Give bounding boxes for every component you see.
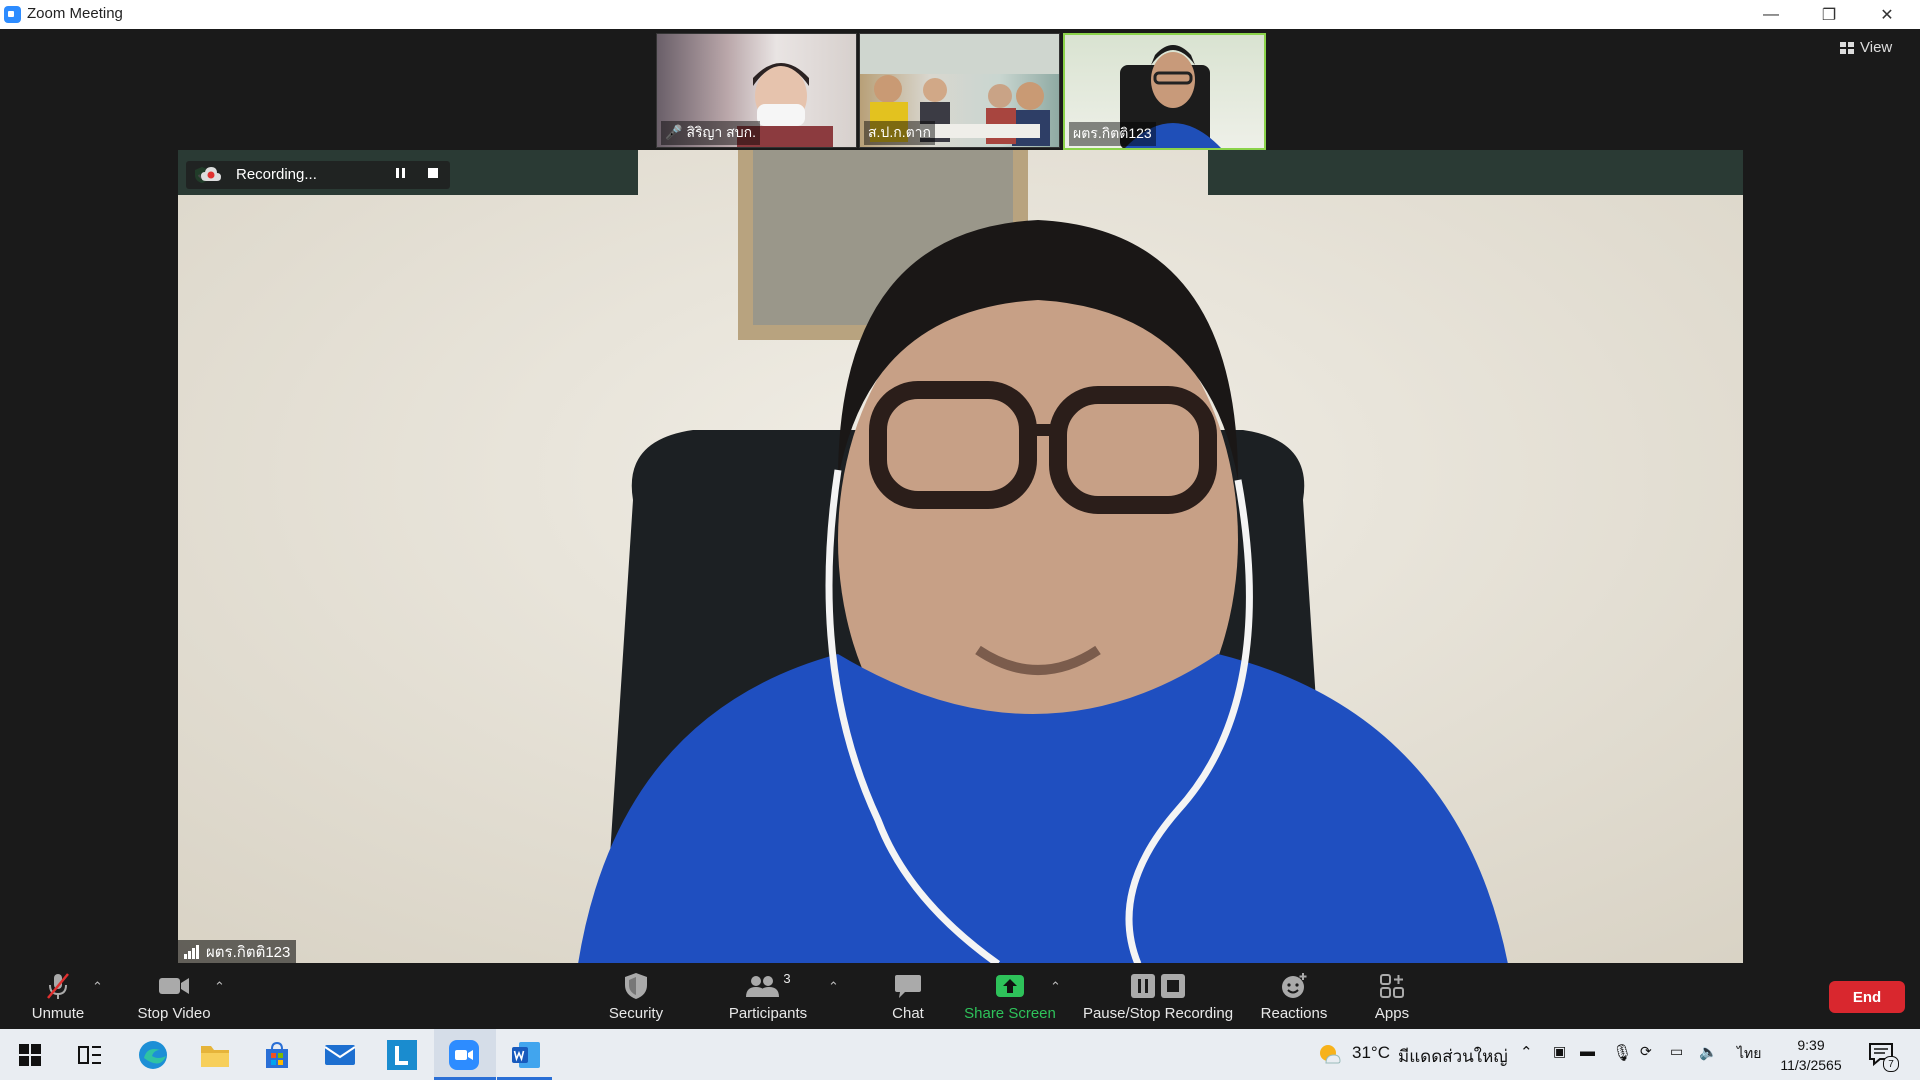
share-screen-button[interactable]: Share Screen bbox=[960, 971, 1060, 1022]
view-button[interactable]: View bbox=[1840, 39, 1892, 56]
windows-taskbar: 31°C มีแดดส่วนใหญ่ ⌃ ▣ ▬ 🎙 ⟳ ▭ 🔈 ไทย 9:3… bbox=[0, 1029, 1920, 1080]
clock-date: 11/3/2565 bbox=[1780, 1057, 1842, 1073]
chat-bubble-icon bbox=[894, 971, 922, 1001]
input-language[interactable]: ไทย bbox=[1737, 1043, 1761, 1065]
window-titlebar: Zoom Meeting — ❐ ✕ bbox=[0, 0, 1920, 29]
network-icon[interactable]: ▭ bbox=[1670, 1043, 1683, 1060]
restore-button[interactable]: ❐ bbox=[1800, 0, 1858, 29]
muted-microphone-icon bbox=[43, 971, 73, 1001]
security-button[interactable]: Security bbox=[596, 971, 676, 1022]
zoom-taskbar-icon[interactable] bbox=[447, 1038, 481, 1072]
participant-thumbnail[interactable]: 🎤 สิริญา สบก. bbox=[656, 33, 857, 148]
zoom-app-icon bbox=[4, 6, 21, 23]
notification-count-badge: 7 bbox=[1883, 1056, 1899, 1072]
weather-condition[interactable]: มีแดดส่วนใหญ่ bbox=[1398, 1043, 1508, 1070]
muted-mic-icon: 🎤 bbox=[665, 124, 683, 140]
participants-button[interactable]: 3 Participants bbox=[720, 971, 816, 1022]
recording-indicator: Recording... bbox=[186, 161, 450, 189]
video-camera-icon bbox=[158, 971, 190, 1001]
active-speaker-name: ผตร.กิตติ123 bbox=[206, 944, 291, 961]
grid-view-icon bbox=[1840, 41, 1854, 54]
notifications-icon[interactable]: 7 bbox=[1868, 1041, 1899, 1072]
recording-label: Recording... bbox=[236, 166, 317, 183]
microsoft-store-icon[interactable] bbox=[260, 1038, 294, 1072]
window-title: Zoom Meeting bbox=[27, 5, 123, 22]
stop-recording-icon[interactable] bbox=[428, 168, 438, 178]
show-hidden-icons-chevron-icon[interactable]: ⌃ bbox=[1520, 1043, 1533, 1061]
clock-time: 9:39 bbox=[1797, 1037, 1825, 1053]
close-button[interactable]: ✕ bbox=[1858, 0, 1916, 29]
security-label: Security bbox=[608, 1005, 664, 1022]
microphone-tray-icon[interactable]: 🎙 bbox=[1612, 1043, 1632, 1063]
stop-video-button[interactable]: Stop Video bbox=[134, 971, 214, 1022]
clock[interactable]: 9:39 11/3/2565 bbox=[1774, 1035, 1848, 1075]
chat-button[interactable]: Chat bbox=[878, 971, 938, 1022]
weather-temperature[interactable]: 31°C bbox=[1352, 1043, 1390, 1063]
audio-options-caret-icon[interactable]: ⌃ bbox=[92, 979, 103, 995]
participant-name: 🎤 สิริญา สบก. bbox=[661, 121, 760, 145]
view-label: View bbox=[1860, 39, 1893, 56]
edge-browser-icon[interactable] bbox=[136, 1038, 170, 1072]
unmute-label: Unmute bbox=[31, 1005, 85, 1022]
line-l-app-icon[interactable] bbox=[385, 1038, 419, 1072]
reactions-button[interactable]: Reactions bbox=[1256, 971, 1332, 1022]
participants-icon: 3 bbox=[745, 971, 791, 1001]
share-options-caret-icon[interactable]: ⌃ bbox=[1050, 979, 1061, 995]
windows-start-icon[interactable] bbox=[13, 1038, 47, 1072]
participant-thumbnail-active[interactable]: ผตร.กิตติ123 bbox=[1063, 33, 1266, 150]
stop-video-label: Stop Video bbox=[137, 1005, 211, 1022]
pause-stop-recording-button[interactable]: Pause/Stop Recording bbox=[1080, 971, 1236, 1022]
reactions-label: Reactions bbox=[1260, 1005, 1328, 1022]
volume-speaker-icon[interactable]: 🔈 bbox=[1699, 1043, 1718, 1061]
minimize-button[interactable]: — bbox=[1742, 0, 1800, 29]
active-speaker-namebar: ผตร.กิตติ123 bbox=[178, 940, 297, 964]
participant-thumbnail[interactable]: ส.ป.ก.ตาก bbox=[859, 33, 1060, 148]
active-speaker-video bbox=[178, 150, 1743, 964]
signal-strength-icon bbox=[184, 945, 199, 959]
weather-sun-icon[interactable] bbox=[1318, 1043, 1342, 1070]
participant-name: ส.ป.ก.ตาก bbox=[864, 121, 936, 145]
speaker-video-feed bbox=[178, 150, 1743, 964]
security-shield-icon bbox=[624, 971, 648, 1001]
file-explorer-icon[interactable] bbox=[198, 1038, 232, 1072]
unmute-button[interactable]: Unmute bbox=[28, 971, 88, 1022]
cloud-recording-icon bbox=[201, 167, 221, 181]
pause-recording-icon[interactable] bbox=[396, 166, 406, 180]
apps-icon bbox=[1379, 971, 1405, 1001]
participants-count: 3 bbox=[783, 971, 791, 986]
video-options-caret-icon[interactable]: ⌃ bbox=[214, 979, 225, 995]
participant-name: ผตร.กิตติ123 bbox=[1069, 122, 1156, 146]
pause-stop-recording-label: Pause/Stop Recording bbox=[1082, 1005, 1234, 1022]
chat-label: Chat bbox=[892, 1005, 924, 1022]
onedrive-sync-icon[interactable]: ⟳ bbox=[1640, 1043, 1652, 1060]
mail-icon[interactable] bbox=[323, 1038, 357, 1072]
pause-stop-recording-icon bbox=[1130, 971, 1186, 1001]
share-screen-arrow-icon bbox=[995, 971, 1025, 1001]
meet-now-camera-icon[interactable]: ▣ bbox=[1553, 1043, 1566, 1060]
apps-label: Apps bbox=[1374, 1005, 1410, 1022]
word-icon[interactable] bbox=[509, 1038, 543, 1072]
participants-options-caret-icon[interactable]: ⌃ bbox=[828, 979, 839, 995]
task-view-icon[interactable] bbox=[73, 1038, 107, 1072]
meeting-toolbar: Unmute ⌃ Stop Video ⌃ Security 3 Partici… bbox=[0, 963, 1920, 1029]
share-screen-label: Share Screen bbox=[964, 1005, 1056, 1022]
apps-button[interactable]: Apps bbox=[1372, 971, 1412, 1022]
reactions-smiley-icon bbox=[1280, 971, 1308, 1001]
end-meeting-button[interactable]: End bbox=[1829, 981, 1905, 1013]
participants-label: Participants bbox=[728, 1005, 808, 1022]
battery-icon[interactable]: ▬ bbox=[1580, 1043, 1595, 1060]
